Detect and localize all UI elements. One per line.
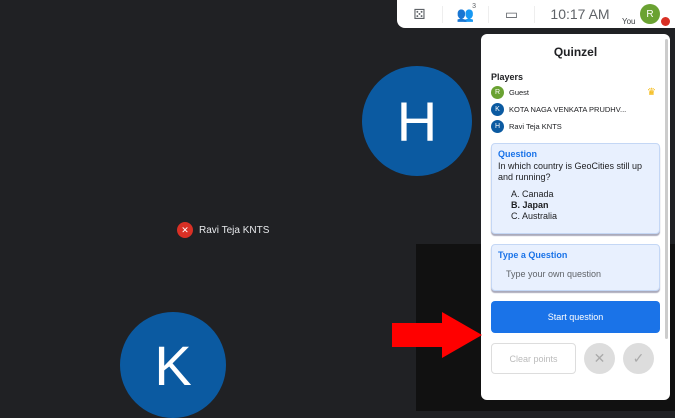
player-item: H Ravi Teja KNTS bbox=[491, 119, 660, 133]
clear-points-button[interactable]: Clear points bbox=[491, 343, 576, 374]
option-c: C. Australia bbox=[511, 211, 558, 221]
participant-name-chip: ✕ Ravi Teja KNTS bbox=[177, 222, 269, 238]
correct-button[interactable]: ✓ bbox=[623, 343, 654, 374]
player-avatar: R bbox=[491, 85, 504, 99]
question-heading: Question bbox=[498, 149, 538, 159]
player-name: Ravi Teja KNTS bbox=[509, 121, 562, 131]
panel-scrollbar[interactable] bbox=[665, 39, 668, 339]
participant-count: 3 bbox=[472, 2, 476, 10]
top-bar: ⚄ 👥 3 ▭ 10:17 AM You R bbox=[397, 0, 675, 28]
quinzel-panel: Quinzel Players R Guest ♛ K KOTA NAGA VE… bbox=[481, 34, 670, 400]
player-name: Guest bbox=[509, 87, 530, 97]
player-name: KOTA NAGA VENKATA PRUDHV... bbox=[509, 104, 627, 114]
participant-avatar-k: K bbox=[120, 312, 226, 418]
custom-question-heading: Type a Question bbox=[498, 250, 568, 260]
wrong-button[interactable]: ✕ bbox=[584, 343, 615, 374]
panel-title: Quinzel bbox=[553, 45, 598, 59]
chat-icon[interactable]: ▭ bbox=[489, 5, 535, 23]
start-question-button[interactable]: Start question bbox=[491, 301, 660, 333]
participant-avatar-h: H bbox=[362, 66, 472, 176]
crown-icon: ♛ bbox=[647, 86, 656, 98]
mic-off-icon: ✕ bbox=[177, 222, 193, 238]
activities-dice-icon[interactable]: ⚄ bbox=[397, 5, 443, 23]
question-card[interactable]: Question In which country is GeoCities s… bbox=[491, 143, 660, 234]
people-icon[interactable]: 👥 3 bbox=[443, 2, 489, 23]
player-item: R Guest ♛ bbox=[491, 85, 660, 99]
players-label: Players bbox=[491, 72, 524, 82]
clock: 10:17 AM bbox=[550, 6, 610, 22]
red-arrow-annotation bbox=[392, 312, 482, 358]
player-avatar: H bbox=[491, 119, 504, 133]
custom-question-input[interactable]: Type your own question bbox=[506, 269, 653, 279]
self-avatar[interactable]: R bbox=[640, 4, 660, 24]
option-a: A. Canada bbox=[511, 189, 554, 199]
player-item: K KOTA NAGA VENKATA PRUDHV... bbox=[491, 102, 660, 116]
custom-question-card[interactable]: Type a Question Type your own question bbox=[491, 244, 660, 291]
participant-name: Ravi Teja KNTS bbox=[199, 224, 270, 236]
question-text: In which country is GeoCities still up a… bbox=[498, 161, 643, 182]
self-mic-off-icon bbox=[661, 17, 670, 26]
option-b-correct: B. Japan bbox=[511, 200, 549, 210]
you-label: You bbox=[622, 17, 636, 26]
player-avatar: K bbox=[491, 102, 504, 116]
